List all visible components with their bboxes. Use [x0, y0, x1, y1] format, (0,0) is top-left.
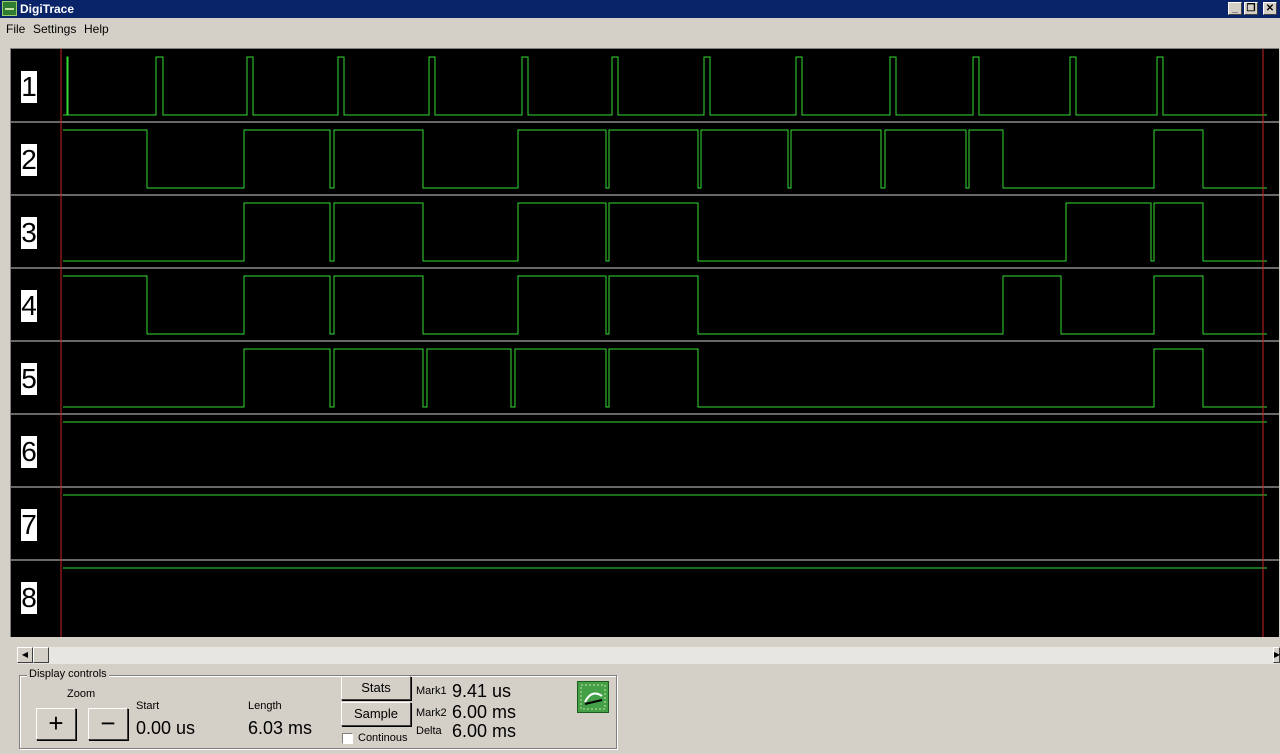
zoom-in-button[interactable]: + — [36, 708, 76, 740]
scroll-left-icon[interactable]: ◀ — [17, 647, 33, 663]
mark2-value: 6.00 ms — [452, 702, 517, 722]
minimize-button[interactable]: _ — [1228, 2, 1242, 15]
mark1-value: 9.41 us — [452, 681, 512, 701]
horizontal-scrollbar[interactable]: ◀ ▶ — [17, 647, 1280, 664]
menu-help[interactable]: Help — [84, 22, 109, 36]
menu-file[interactable]: File — [6, 22, 25, 36]
trace-svg — [11, 49, 1279, 637]
channel-7-label: 7 — [21, 509, 37, 541]
continous-checkbox[interactable] — [342, 733, 353, 744]
title-bar: DigiTrace _ ❐ ✕ — [0, 0, 1280, 18]
sample-button[interactable]: Sample — [341, 702, 411, 726]
channel-4-trace — [63, 275, 1267, 335]
display-controls-legend: Display controls — [27, 668, 109, 680]
continous-label: Continous — [358, 732, 408, 744]
start-value: 0.00 us — [136, 718, 196, 738]
app-icon — [2, 1, 17, 16]
delta-label: Delta — [416, 725, 442, 737]
length-value: 6.03 ms — [248, 718, 313, 738]
channel-3-label: 3 — [21, 217, 37, 249]
channel-8-label: 8 — [21, 582, 37, 614]
scroll-thumb[interactable] — [33, 647, 49, 663]
channel-4-label: 4 — [21, 290, 37, 322]
channel-5-label: 5 — [21, 363, 37, 395]
trace-display[interactable]: 1 2 3 4 5 6 7 8 — [10, 48, 1279, 637]
delta-value: 6.00 ms — [452, 721, 517, 741]
channel-3-trace — [63, 202, 1267, 262]
menu-bar: File Settings Help — [0, 19, 1280, 39]
channel-6-label: 6 — [21, 436, 37, 468]
length-label: Length — [248, 700, 282, 712]
mark2-label: Mark2 — [416, 707, 447, 719]
close-button[interactable]: ✕ — [1263, 2, 1277, 15]
start-label: Start — [136, 700, 160, 712]
display-controls: Display controls Zoom + − Start 0.00 us … — [19, 668, 617, 749]
channel-2-trace — [63, 129, 1267, 189]
menu-settings[interactable]: Settings — [33, 22, 76, 36]
channel-5-trace — [63, 348, 1267, 408]
channel-1-label: 1 — [21, 71, 37, 103]
channel-2-label: 2 — [21, 144, 37, 176]
scroll-right-icon[interactable]: ▶ — [1273, 647, 1280, 663]
stats-button[interactable]: Stats — [341, 676, 411, 700]
channel-1-trace — [63, 56, 1267, 116]
restore-button[interactable]: ❐ — [1244, 2, 1258, 15]
window-title: DigiTrace — [20, 2, 75, 16]
zoom-out-button[interactable]: − — [88, 708, 128, 740]
mark1-label: Mark1 — [416, 685, 447, 697]
logo-icon — [577, 681, 609, 713]
zoom-label: Zoom — [67, 688, 96, 700]
